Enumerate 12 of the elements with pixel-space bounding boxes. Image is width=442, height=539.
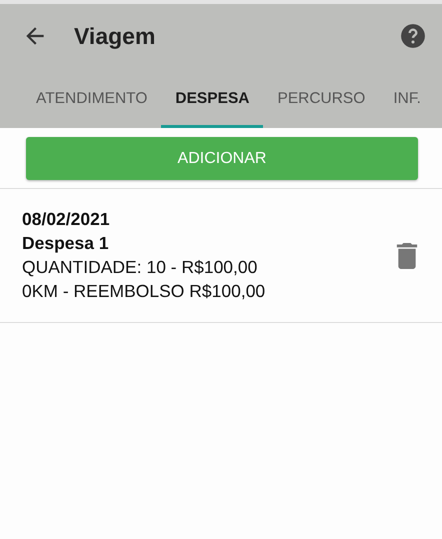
delete-icon[interactable]	[396, 242, 418, 268]
expense-refund: 0KM - REEMBOLSO R$100,00	[22, 281, 266, 302]
add-button[interactable]: ADICIONAR	[26, 137, 418, 180]
expense-title: Despesa 1	[22, 233, 110, 254]
tab[interactable]: INF.	[379, 72, 435, 128]
tab[interactable]: DESPESA	[161, 72, 264, 128]
tab[interactable]: ATENDIMENTO	[22, 72, 162, 128]
expense-date: 08/02/2021	[22, 209, 111, 230]
tab[interactable]: PERCURSO	[263, 72, 380, 128]
help-button[interactable]	[400, 23, 426, 49]
toolbar-title: Viagem	[74, 22, 156, 50]
expense-quantity: QUANTIDADE: 10 - R$100,00	[22, 257, 258, 278]
